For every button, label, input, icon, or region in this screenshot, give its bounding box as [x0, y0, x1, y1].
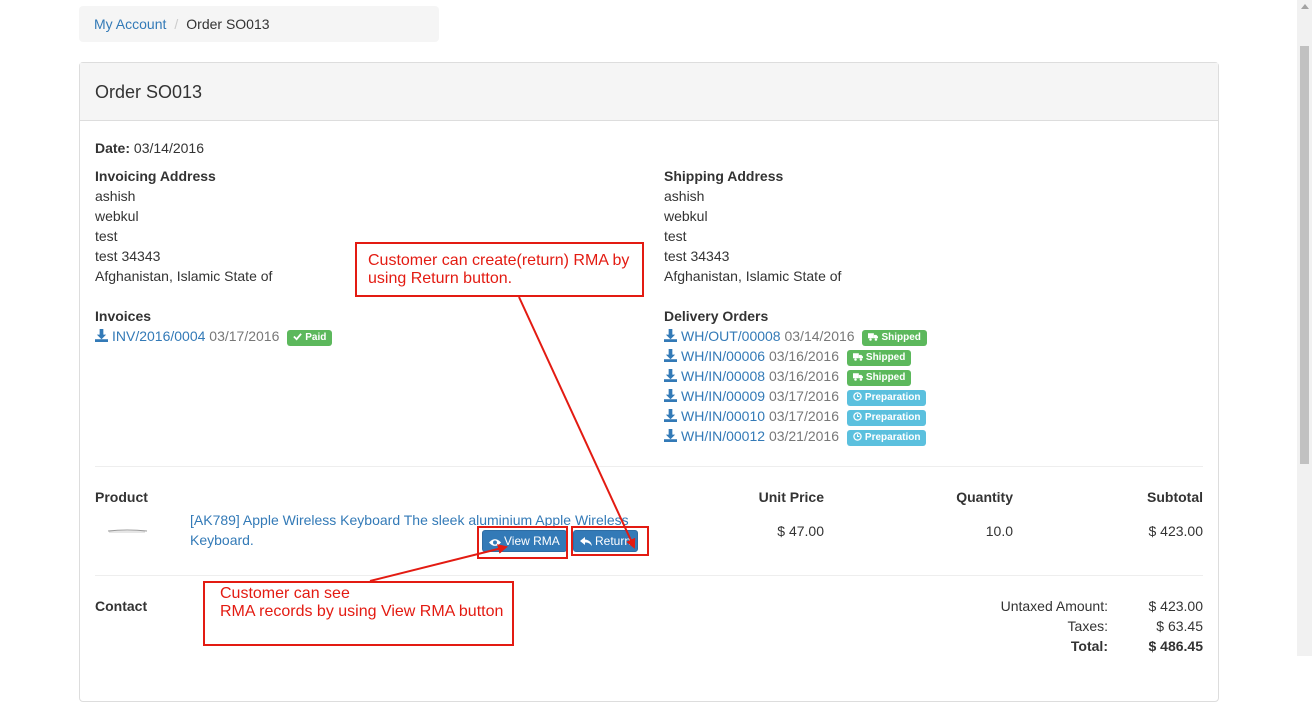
scroll-up-arrow-icon[interactable]: [1301, 4, 1309, 9]
annotation-arrows: [369, 296, 636, 582]
scrollbar-thumb[interactable]: [1300, 46, 1309, 464]
return-arrow: [518, 296, 636, 549]
view-rma-arrow: [369, 544, 508, 582]
scrollbar[interactable]: [1297, 0, 1312, 656]
